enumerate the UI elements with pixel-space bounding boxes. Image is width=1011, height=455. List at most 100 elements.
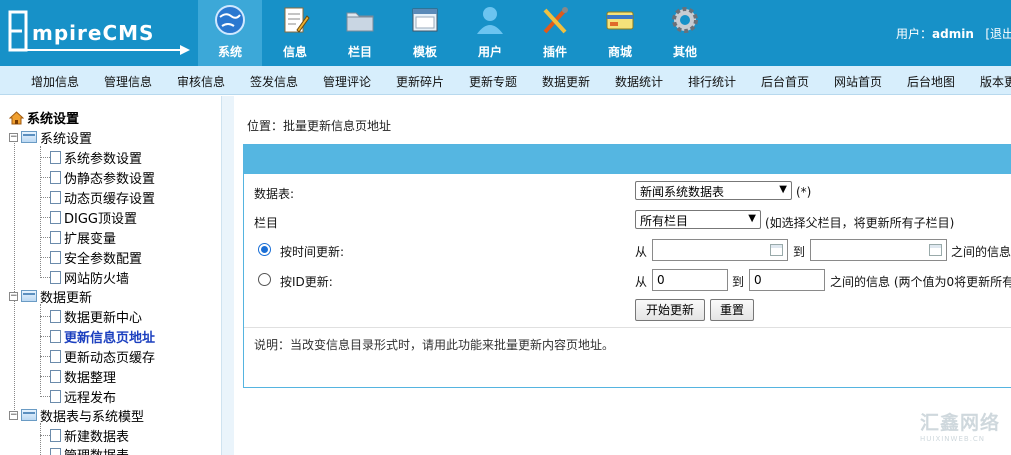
tree-line bbox=[40, 376, 50, 377]
watermark-text: 汇鑫网络 bbox=[920, 412, 1001, 434]
sidebar-tree: 系统设置 − 系统设置 系统参数设置 伪静态参数设置 动态页缓存设置 DIGG顶… bbox=[0, 96, 221, 455]
submenu-manage-comments[interactable]: 管理评论 bbox=[323, 73, 371, 90]
tree-group-label: 数据更新 bbox=[40, 290, 93, 306]
home-icon bbox=[9, 110, 24, 124]
tree-item-label: DIGG顶设置 bbox=[64, 211, 137, 227]
collapse-icon[interactable]: − bbox=[9, 410, 18, 420]
calendar-icon[interactable] bbox=[929, 244, 942, 256]
by-time-label: 按时间更新: bbox=[280, 245, 345, 259]
column-label: 栏目 bbox=[254, 216, 279, 230]
sidebar-divider[interactable] bbox=[221, 96, 234, 455]
tab-info[interactable]: 信息 bbox=[263, 0, 327, 66]
from-label: 从 bbox=[635, 275, 648, 289]
folder-icon bbox=[21, 409, 37, 421]
column-select[interactable]: 所有栏目 ▼ bbox=[635, 210, 761, 229]
submenu-admin-home[interactable]: 后台首页 bbox=[761, 73, 809, 90]
tree-item-system-params[interactable]: 系统参数设置 bbox=[50, 148, 142, 167]
tab-shop[interactable]: 商城 bbox=[588, 0, 652, 66]
time-suffix: 之间的信息 bbox=[951, 245, 1011, 259]
user-info: 用户：admin [退出] bbox=[896, 25, 1011, 42]
tree-line bbox=[40, 177, 50, 178]
tree-group-system-settings[interactable]: − 系统设置 bbox=[9, 128, 92, 147]
time-to-input[interactable] bbox=[810, 239, 947, 261]
tree-group-tables-models[interactable]: − 数据表与系统模型 bbox=[9, 406, 144, 425]
collapse-icon[interactable]: − bbox=[9, 291, 18, 301]
chevron-down-icon: ▼ bbox=[779, 184, 787, 195]
tab-template[interactable]: 模板 bbox=[393, 0, 457, 66]
svg-text:mpireCMS: mpireCMS bbox=[32, 21, 154, 45]
tree-item-firewall[interactable]: 网站防火墙 bbox=[50, 268, 129, 287]
update-form-panel: 数据表: 新闻系统数据表 ▼ (*) 栏目 所有栏目 ▼ (如选择父栏目，将更新… bbox=[243, 144, 1011, 388]
page-icon bbox=[50, 447, 61, 455]
tree-group-data-update[interactable]: − 数据更新 bbox=[9, 287, 93, 306]
folder-icon bbox=[346, 12, 374, 32]
tree-item-extended-vars[interactable]: 扩展变量 bbox=[50, 228, 117, 247]
submenu-data-stats[interactable]: 数据统计 bbox=[615, 73, 663, 90]
panel-divider bbox=[244, 327, 1011, 328]
submenu-add-info[interactable]: 增加信息 bbox=[31, 73, 79, 90]
tab-system[interactable]: 系统 bbox=[198, 0, 262, 66]
tree-item-update-center[interactable]: 数据更新中心 bbox=[50, 307, 142, 326]
tab-column[interactable]: 栏目 bbox=[328, 0, 392, 66]
watermark-sub: HUIXINWEB.CN bbox=[920, 435, 986, 443]
required-mark: (*) bbox=[796, 185, 812, 199]
logout-link[interactable]: [退出] bbox=[985, 27, 1011, 41]
gear-icon bbox=[672, 7, 698, 33]
page-icon bbox=[50, 230, 61, 244]
submenu-manage-info[interactable]: 管理信息 bbox=[104, 73, 152, 90]
submenu-sign-info[interactable]: 签发信息 bbox=[250, 73, 298, 90]
start-update-button[interactable]: 开始更新 bbox=[635, 299, 705, 321]
tree-item-label: 扩展变量 bbox=[64, 231, 117, 247]
column-select-value: 所有栏目 bbox=[640, 214, 689, 228]
tree-item-data-tidy[interactable]: 数据整理 bbox=[50, 367, 117, 386]
tab-plugin-label: 插件 bbox=[542, 45, 567, 59]
by-time-radio[interactable] bbox=[258, 243, 271, 256]
to-label: 到 bbox=[793, 245, 806, 259]
tab-plugin[interactable]: 插件 bbox=[523, 0, 587, 66]
tree-item-label: 伪静态参数设置 bbox=[64, 171, 156, 187]
reset-button[interactable]: 重置 bbox=[710, 299, 754, 321]
by-id-radio[interactable] bbox=[258, 273, 271, 286]
pencil-note-icon bbox=[284, 7, 310, 33]
tree-item-rewrite-params[interactable]: 伪静态参数设置 bbox=[50, 168, 156, 187]
submenu-data-update[interactable]: 数据更新 bbox=[542, 73, 590, 90]
tree-item-manage-tables[interactable]: 管理数据表 bbox=[50, 445, 129, 455]
tree-item-label: 数据整理 bbox=[64, 370, 117, 386]
tree-item-label: 新建数据表 bbox=[64, 429, 130, 445]
tree-item-dynamic-cache[interactable]: 动态页缓存设置 bbox=[50, 188, 155, 207]
submenu-ranking-stats[interactable]: 排行统计 bbox=[688, 73, 736, 90]
time-from-input[interactable] bbox=[652, 239, 788, 261]
tree-item-new-table[interactable]: 新建数据表 bbox=[50, 426, 130, 445]
column-hint: (如选择父栏目，将更新所有子栏目) bbox=[765, 216, 955, 230]
page-icon bbox=[50, 369, 61, 383]
id-to-input[interactable]: 0 bbox=[749, 269, 825, 291]
tab-user[interactable]: 用户 bbox=[458, 0, 522, 66]
submenu-admin-map[interactable]: 后台地图 bbox=[907, 73, 955, 90]
submenu-update-fragments[interactable]: 更新碎片 bbox=[396, 73, 444, 90]
page-icon bbox=[50, 210, 61, 224]
tree-line bbox=[40, 237, 50, 238]
submenu-review-info[interactable]: 审核信息 bbox=[177, 73, 225, 90]
tree-item-digg-settings[interactable]: DIGG顶设置 bbox=[50, 208, 137, 227]
help-note: 说明：当改变信息目录形式时，请用此功能来批量更新内容页地址。 bbox=[254, 338, 615, 352]
collapse-icon[interactable]: − bbox=[9, 132, 18, 142]
id-from-input[interactable]: 0 bbox=[652, 269, 728, 291]
tree-item-update-dynamic-cache[interactable]: 更新动态页缓存 bbox=[50, 347, 155, 366]
calendar-icon[interactable] bbox=[770, 244, 783, 256]
page-icon bbox=[50, 349, 61, 363]
page-icon bbox=[50, 170, 61, 184]
row-column: 栏目 所有栏目 ▼ (如选择父栏目，将更新所有子栏目) bbox=[244, 210, 1011, 232]
submenu-site-home[interactable]: 网站首页 bbox=[834, 73, 882, 90]
tree-item-security-params[interactable]: 安全参数配置 bbox=[50, 248, 142, 267]
top-header: mpireCMS 系统 信息 栏目 模板 用户 插件 商城 其他 用户：admi… bbox=[0, 0, 1011, 66]
tab-other[interactable]: 其他 bbox=[653, 0, 717, 66]
empirecms-logo[interactable]: mpireCMS bbox=[8, 10, 192, 56]
tree-item-label: 管理数据表 bbox=[64, 445, 129, 455]
tree-item-remote-publish[interactable]: 远程发布 bbox=[50, 387, 116, 406]
tab-column-label: 栏目 bbox=[347, 45, 372, 59]
data-table-select[interactable]: 新闻系统数据表 ▼ bbox=[635, 181, 792, 200]
submenu-version-update[interactable]: 版本更新 bbox=[980, 73, 1011, 90]
tree-item-update-info-url[interactable]: 更新信息页地址 bbox=[50, 327, 155, 346]
tools-icon bbox=[543, 7, 568, 34]
submenu-update-topics[interactable]: 更新专题 bbox=[469, 73, 517, 90]
